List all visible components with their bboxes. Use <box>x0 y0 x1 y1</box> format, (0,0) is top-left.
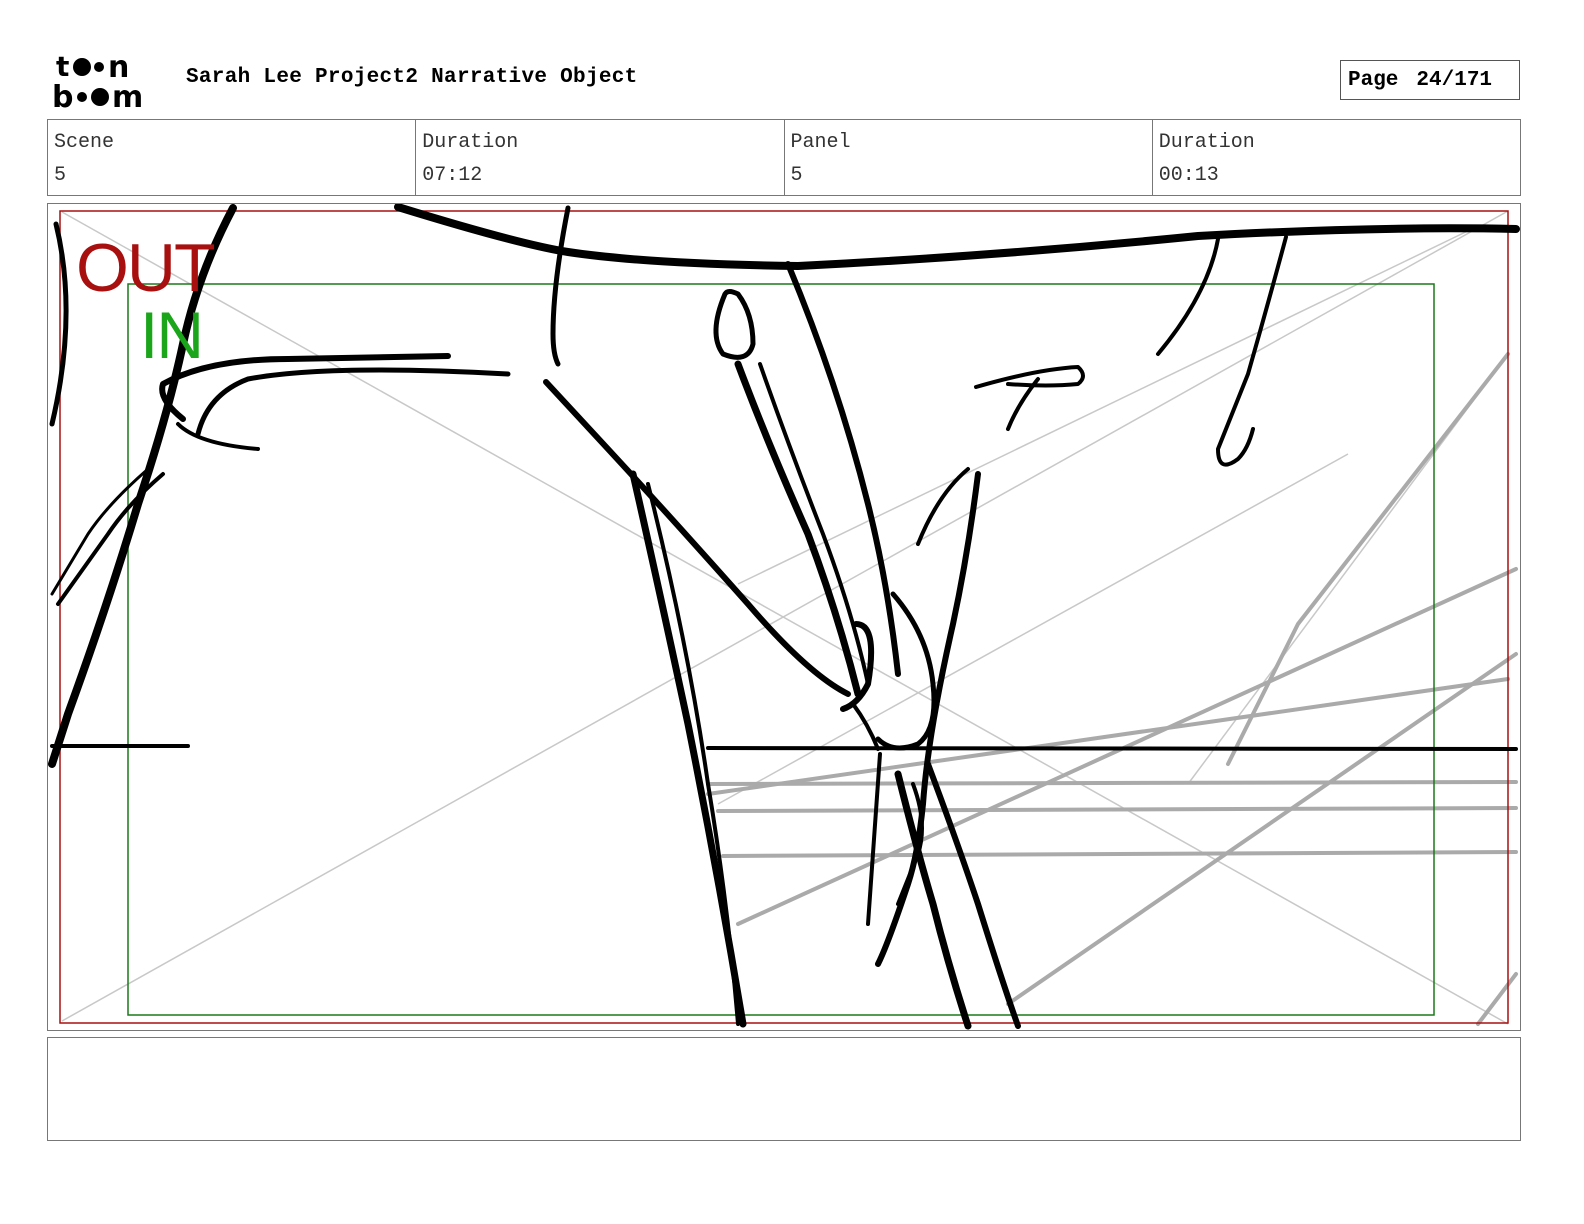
panel-duration-cell: Duration 00:13 <box>1153 120 1520 195</box>
scene-value: 5 <box>54 164 67 187</box>
out-safe-label: OUT <box>76 230 216 306</box>
panel-duration-label: Duration <box>1158 131 1255 154</box>
panel-value: 5 <box>790 164 803 187</box>
svg-text:m: m <box>112 80 143 110</box>
storyboard-sketch <box>48 204 1520 1030</box>
page-number: 24/171 <box>1416 68 1493 92</box>
svg-text:b: b <box>52 80 73 110</box>
scene-duration-cell: Duration 07:12 <box>416 120 785 195</box>
panel-info-table: Scene 5 Duration 07:12 Panel 5 Duration … <box>47 119 1521 196</box>
panel-duration-value: 00:13 <box>1158 164 1219 187</box>
dialogue-box <box>47 1037 1521 1141</box>
scene-duration-value: 07:12 <box>422 164 483 187</box>
storyboard-frame: OUT IN <box>47 203 1521 1031</box>
scene-duration-label: Duration <box>422 131 519 154</box>
scene-label: Scene <box>54 131 115 154</box>
panel-label: Panel <box>790 131 851 154</box>
toon-boom-logo: t n b m <box>52 52 164 110</box>
scene-cell: Scene 5 <box>48 120 417 195</box>
toon-boom-logo-graphic: t n b m <box>52 52 143 110</box>
project-title: Sarah Lee Project2 Narrative Object <box>186 66 638 89</box>
panel-cell: Panel 5 <box>785 120 1153 195</box>
in-safe-label: IN <box>140 298 204 372</box>
svg-text:t: t <box>56 52 69 83</box>
page-label: Page <box>1348 68 1399 92</box>
page-indicator: Page 24/171 <box>1340 60 1520 100</box>
